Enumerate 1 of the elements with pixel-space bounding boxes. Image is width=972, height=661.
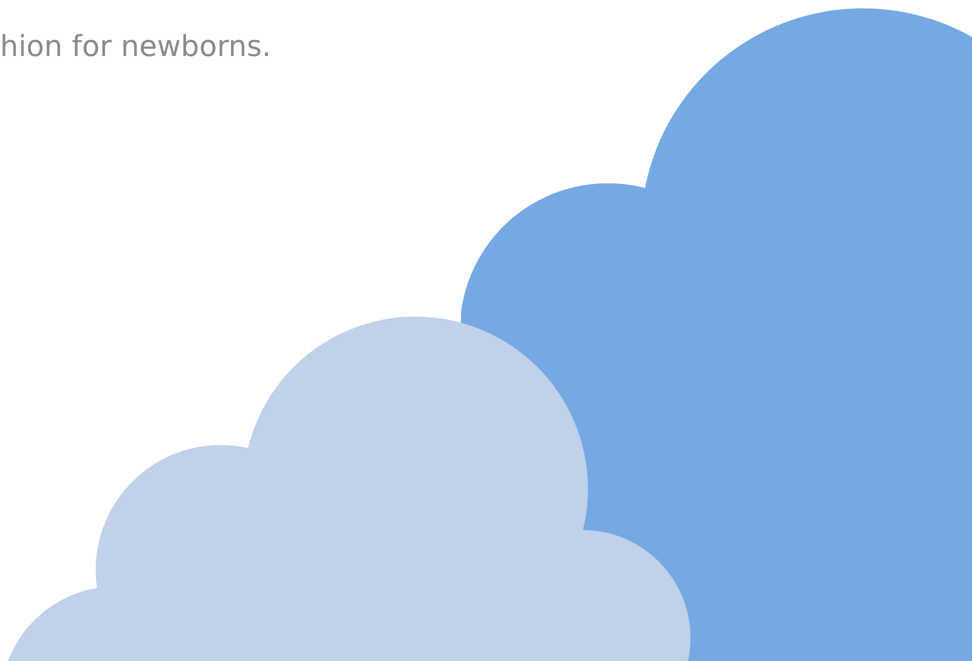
intro-text: hion for newborns. — [0, 28, 272, 64]
